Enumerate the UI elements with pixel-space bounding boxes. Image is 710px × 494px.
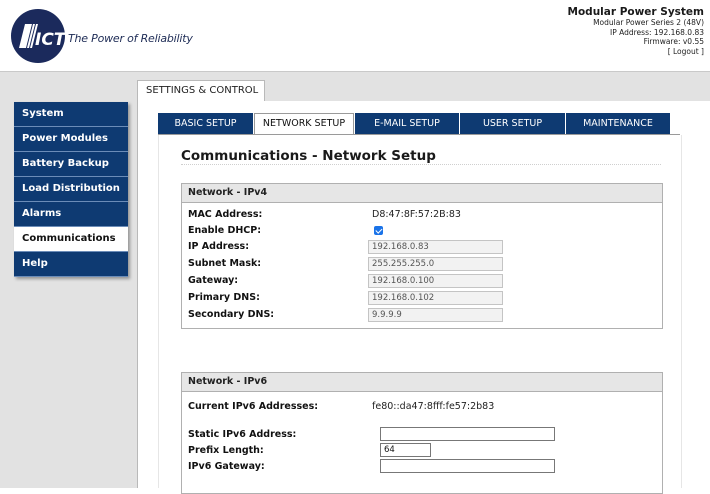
prefix-length-field[interactable]: 64 — [380, 443, 431, 457]
ipv6-section: Network - IPv6 Current IPv6 Addresses: f… — [181, 372, 663, 494]
ipv4-heading: Network - IPv4 — [182, 184, 662, 203]
sidebar-item-communications[interactable]: Communications — [14, 227, 128, 252]
ipv6-gateway-field[interactable] — [380, 459, 555, 473]
system-ip-address: IP Address: 192.168.0.83 — [610, 27, 704, 37]
sidebar-item-system[interactable]: System — [14, 102, 128, 127]
subtab-bar: BASIC SETUP NETWORK SETUP E-MAIL SETUP U… — [158, 113, 671, 135]
gateway-field[interactable]: 192.168.0.100 — [368, 274, 503, 288]
system-model: Modular Power Series 2 (48V) — [593, 18, 704, 27]
system-title: Modular Power System — [567, 6, 704, 18]
sidebar-item-alarms[interactable]: Alarms — [14, 202, 128, 227]
primary-dns-field[interactable]: 192.168.0.102 — [368, 291, 503, 305]
subnet-mask-field[interactable]: 255.255.255.0 — [368, 257, 503, 271]
sidebar-item-help[interactable]: Help — [14, 252, 128, 277]
tab-network-setup[interactable]: NETWORK SETUP — [254, 113, 354, 135]
ict-logo: ICT — [11, 9, 66, 63]
app-header: ICT The Power of Reliability Modular Pow… — [0, 0, 710, 72]
tagline: The Power of Reliability — [68, 32, 193, 45]
sidebar-nav: System Power Modules Battery Backup Load… — [14, 102, 128, 277]
enable-dhcp-checkbox[interactable] — [374, 226, 383, 235]
secondary-dns-field[interactable]: 9.9.9.9 — [368, 308, 503, 322]
logo-text: ICT — [35, 30, 66, 50]
ipv6-heading: Network - IPv6 — [182, 373, 662, 392]
current-ipv6-value: fe80::da47:8fff:fe57:2b83 — [372, 401, 495, 412]
sidebar-item-power-modules[interactable]: Power Modules — [14, 127, 128, 152]
gateway-label: Gateway: — [188, 275, 239, 286]
enable-dhcp-label: Enable DHCP: — [188, 225, 262, 236]
mac-address-value: D8:47:8F:57:2B:83 — [372, 209, 461, 220]
tab-email-setup[interactable]: E-MAIL SETUP — [355, 113, 459, 135]
title-divider — [181, 164, 661, 165]
logout-link[interactable]: [ Logout ] — [568, 47, 704, 57]
tab-user-setup[interactable]: USER SETUP — [460, 113, 565, 135]
main-panel: BASIC SETUP NETWORK SETUP E-MAIL SETUP U… — [137, 101, 710, 494]
subnet-mask-label: Subnet Mask: — [188, 258, 262, 269]
ip-address-label: IP Address: — [188, 241, 249, 252]
content-area: Communications - Network Setup Network -… — [158, 135, 682, 494]
page-title: Communications - Network Setup — [181, 148, 436, 164]
secondary-dns-label: Secondary DNS: — [188, 309, 275, 320]
tab-maintenance[interactable]: MAINTENANCE — [566, 113, 670, 135]
mac-address-label: MAC Address: — [188, 209, 263, 220]
primary-dns-label: Primary DNS: — [188, 292, 260, 303]
ip-address-field[interactable]: 192.168.0.83 — [368, 240, 503, 254]
ipv4-section: Network - IPv4 MAC Address: D8:47:8F:57:… — [181, 183, 663, 329]
prefix-length-label: Prefix Length: — [188, 445, 264, 456]
sidebar-item-battery-backup[interactable]: Battery Backup — [14, 152, 128, 177]
tab-basic-setup[interactable]: BASIC SETUP — [158, 113, 253, 135]
static-ipv6-label: Static IPv6 Address: — [188, 429, 297, 440]
ipv6-gateway-label: IPv6 Gateway: — [188, 461, 265, 472]
sidebar-item-load-distribution[interactable]: Load Distribution — [14, 177, 128, 202]
static-ipv6-field[interactable] — [380, 427, 555, 441]
system-firmware: Firmware: v0.55 — [643, 37, 704, 46]
tab-settings-control[interactable]: SETTINGS & CONTROL — [137, 80, 265, 102]
current-ipv6-label: Current IPv6 Addresses: — [188, 401, 319, 412]
system-info: Modular Power System Modular Power Serie… — [568, 6, 704, 56]
